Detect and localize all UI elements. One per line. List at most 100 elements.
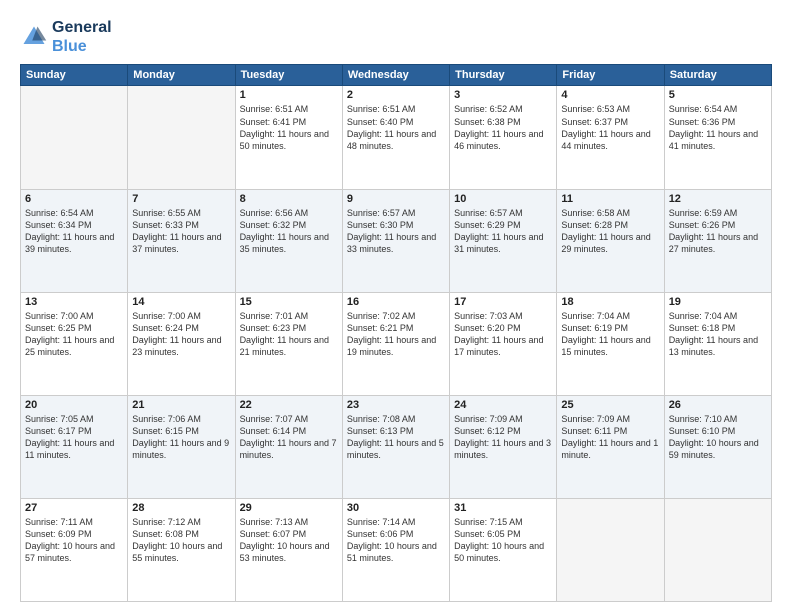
calendar-cell bbox=[128, 86, 235, 189]
weekday-header-sunday: Sunday bbox=[21, 65, 128, 86]
calendar-cell: 12 Sunrise: 6:59 AM Sunset: 6:26 PM Dayli… bbox=[664, 189, 771, 292]
logo-text: General Blue bbox=[52, 18, 112, 56]
day-info: Sunrise: 7:15 AM Sunset: 6:05 PM Dayligh… bbox=[454, 516, 552, 565]
day-info: Sunrise: 7:06 AM Sunset: 6:15 PM Dayligh… bbox=[132, 413, 230, 462]
weekday-header-monday: Monday bbox=[128, 65, 235, 86]
day-number: 15 bbox=[240, 296, 338, 308]
calendar-cell bbox=[557, 498, 664, 601]
day-number: 27 bbox=[25, 502, 123, 514]
day-info: Sunrise: 6:57 AM Sunset: 6:30 PM Dayligh… bbox=[347, 207, 445, 256]
day-number: 28 bbox=[132, 502, 230, 514]
calendar-cell: 29Sunrise: 7:13 AM Sunset: 6:07 PM Dayli… bbox=[235, 498, 342, 601]
calendar-cell: 16Sunrise: 7:02 AM Sunset: 6:21 PM Dayli… bbox=[342, 292, 449, 395]
day-info: Sunrise: 7:03 AM Sunset: 6:20 PM Dayligh… bbox=[454, 310, 552, 359]
calendar-cell: 15 Sunrise: 7:01 AM Sunset: 6:23 PM Dayli… bbox=[235, 292, 342, 395]
day-number: 11 bbox=[561, 193, 659, 205]
calendar-cell: 30 Sunrise: 7:14 AM Sunset: 6:06 PM Dayli… bbox=[342, 498, 449, 601]
day-info: Sunrise: 6:59 AM Sunset: 6:26 PM Dayligh… bbox=[669, 207, 767, 256]
weekday-header-row: SundayMondayTuesdayWednesdayThursdayFrid… bbox=[21, 65, 772, 86]
day-number: 7 bbox=[132, 193, 230, 205]
day-number: 24 bbox=[454, 399, 552, 411]
day-number: 1 bbox=[240, 89, 338, 101]
day-info: Sunrise: 7:08 AM Sunset: 6:13 PM Dayligh… bbox=[347, 413, 445, 462]
calendar-cell: 19 Sunrise: 7:04 AM Sunset: 6:18 PM Dayli… bbox=[664, 292, 771, 395]
day-info: Sunrise: 7:01 AM Sunset: 6:23 PM Dayligh… bbox=[240, 310, 338, 359]
weekday-header-tuesday: Tuesday bbox=[235, 65, 342, 86]
day-number: 9 bbox=[347, 193, 445, 205]
day-info: Sunrise: 7:09 AM Sunset: 6:12 PM Dayligh… bbox=[454, 413, 552, 462]
day-info: Sunrise: 6:58 AM Sunset: 6:28 PM Dayligh… bbox=[561, 207, 659, 256]
day-info: Sunrise: 7:05 AM Sunset: 6:17 PM Dayligh… bbox=[25, 413, 123, 462]
day-number: 2 bbox=[347, 89, 445, 101]
day-number: 8 bbox=[240, 193, 338, 205]
day-number: 29 bbox=[240, 502, 338, 514]
calendar-cell: 26Sunrise: 7:10 AM Sunset: 6:10 PM Dayli… bbox=[664, 395, 771, 498]
day-info: Sunrise: 7:04 AM Sunset: 6:18 PM Dayligh… bbox=[669, 310, 767, 359]
page: General Blue SundayMondayTuesdayWednesda… bbox=[0, 0, 792, 612]
day-info: Sunrise: 7:02 AM Sunset: 6:21 PM Dayligh… bbox=[347, 310, 445, 359]
calendar-cell: 8 Sunrise: 6:56 AM Sunset: 6:32 PM Daylig… bbox=[235, 189, 342, 292]
calendar-cell: 25 Sunrise: 7:09 AM Sunset: 6:11 PM Dayli… bbox=[557, 395, 664, 498]
day-number: 13 bbox=[25, 296, 123, 308]
calendar-cell: 3 Sunrise: 6:52 AM Sunset: 6:38 PM Daylig… bbox=[450, 86, 557, 189]
calendar-cell bbox=[21, 86, 128, 189]
day-number: 3 bbox=[454, 89, 552, 101]
calendar-cell: 5Sunrise: 6:54 AM Sunset: 6:36 PM Daylig… bbox=[664, 86, 771, 189]
day-info: Sunrise: 7:04 AM Sunset: 6:19 PM Dayligh… bbox=[561, 310, 659, 359]
weekday-header-thursday: Thursday bbox=[450, 65, 557, 86]
day-info: Sunrise: 6:51 AM Sunset: 6:41 PM Dayligh… bbox=[240, 103, 338, 152]
weekday-header-saturday: Saturday bbox=[664, 65, 771, 86]
day-number: 25 bbox=[561, 399, 659, 411]
day-number: 10 bbox=[454, 193, 552, 205]
calendar-cell: 6Sunrise: 6:54 AM Sunset: 6:34 PM Daylig… bbox=[21, 189, 128, 292]
calendar-cell: 22 Sunrise: 7:07 AM Sunset: 6:14 PM Dayli… bbox=[235, 395, 342, 498]
day-info: Sunrise: 7:00 AM Sunset: 6:24 PM Dayligh… bbox=[132, 310, 230, 359]
day-info: Sunrise: 7:07 AM Sunset: 6:14 PM Dayligh… bbox=[240, 413, 338, 462]
day-info: Sunrise: 6:57 AM Sunset: 6:29 PM Dayligh… bbox=[454, 207, 552, 256]
day-number: 19 bbox=[669, 296, 767, 308]
day-number: 17 bbox=[454, 296, 552, 308]
calendar-cell: 14 Sunrise: 7:00 AM Sunset: 6:24 PM Dayli… bbox=[128, 292, 235, 395]
day-number: 23 bbox=[347, 399, 445, 411]
calendar-row-3: 13Sunrise: 7:00 AM Sunset: 6:25 PM Dayli… bbox=[21, 292, 772, 395]
day-number: 20 bbox=[25, 399, 123, 411]
day-number: 30 bbox=[347, 502, 445, 514]
day-info: Sunrise: 7:09 AM Sunset: 6:11 PM Dayligh… bbox=[561, 413, 659, 462]
day-info: Sunrise: 7:10 AM Sunset: 6:10 PM Dayligh… bbox=[669, 413, 767, 462]
logo-icon bbox=[20, 23, 48, 51]
calendar-cell: 9 Sunrise: 6:57 AM Sunset: 6:30 PM Daylig… bbox=[342, 189, 449, 292]
day-info: Sunrise: 6:54 AM Sunset: 6:34 PM Dayligh… bbox=[25, 207, 123, 256]
calendar-cell: 10 Sunrise: 6:57 AM Sunset: 6:29 PM Dayli… bbox=[450, 189, 557, 292]
calendar-cell: 27Sunrise: 7:11 AM Sunset: 6:09 PM Dayli… bbox=[21, 498, 128, 601]
calendar-cell: 31 Sunrise: 7:15 AM Sunset: 6:05 PM Dayli… bbox=[450, 498, 557, 601]
day-number: 31 bbox=[454, 502, 552, 514]
calendar-cell: 13Sunrise: 7:00 AM Sunset: 6:25 PM Dayli… bbox=[21, 292, 128, 395]
day-info: Sunrise: 6:55 AM Sunset: 6:33 PM Dayligh… bbox=[132, 207, 230, 256]
day-number: 22 bbox=[240, 399, 338, 411]
calendar-cell: 18 Sunrise: 7:04 AM Sunset: 6:19 PM Dayli… bbox=[557, 292, 664, 395]
header: General Blue bbox=[20, 18, 772, 56]
day-number: 5 bbox=[669, 89, 767, 101]
calendar-row-1: 1 Sunrise: 6:51 AM Sunset: 6:41 PM Daylig… bbox=[21, 86, 772, 189]
day-info: Sunrise: 6:51 AM Sunset: 6:40 PM Dayligh… bbox=[347, 103, 445, 152]
day-number: 12 bbox=[669, 193, 767, 205]
day-number: 18 bbox=[561, 296, 659, 308]
day-number: 14 bbox=[132, 296, 230, 308]
day-info: Sunrise: 7:14 AM Sunset: 6:06 PM Dayligh… bbox=[347, 516, 445, 565]
calendar-cell: 28 Sunrise: 7:12 AM Sunset: 6:08 PM Dayli… bbox=[128, 498, 235, 601]
calendar-row-5: 27Sunrise: 7:11 AM Sunset: 6:09 PM Dayli… bbox=[21, 498, 772, 601]
calendar-cell: 2 Sunrise: 6:51 AM Sunset: 6:40 PM Daylig… bbox=[342, 86, 449, 189]
calendar-cell: 17 Sunrise: 7:03 AM Sunset: 6:20 PM Dayli… bbox=[450, 292, 557, 395]
day-number: 4 bbox=[561, 89, 659, 101]
calendar-cell: 7 Sunrise: 6:55 AM Sunset: 6:33 PM Daylig… bbox=[128, 189, 235, 292]
calendar-row-2: 6Sunrise: 6:54 AM Sunset: 6:34 PM Daylig… bbox=[21, 189, 772, 292]
day-info: Sunrise: 6:52 AM Sunset: 6:38 PM Dayligh… bbox=[454, 103, 552, 152]
calendar-cell bbox=[664, 498, 771, 601]
calendar-cell: 21Sunrise: 7:06 AM Sunset: 6:15 PM Dayli… bbox=[128, 395, 235, 498]
day-info: Sunrise: 7:12 AM Sunset: 6:08 PM Dayligh… bbox=[132, 516, 230, 565]
day-info: Sunrise: 6:56 AM Sunset: 6:32 PM Dayligh… bbox=[240, 207, 338, 256]
calendar-row-4: 20 Sunrise: 7:05 AM Sunset: 6:17 PM Dayli… bbox=[21, 395, 772, 498]
calendar-cell: 11 Sunrise: 6:58 AM Sunset: 6:28 PM Dayli… bbox=[557, 189, 664, 292]
logo: General Blue bbox=[20, 18, 112, 56]
calendar-cell: 23 Sunrise: 7:08 AM Sunset: 6:13 PM Dayli… bbox=[342, 395, 449, 498]
